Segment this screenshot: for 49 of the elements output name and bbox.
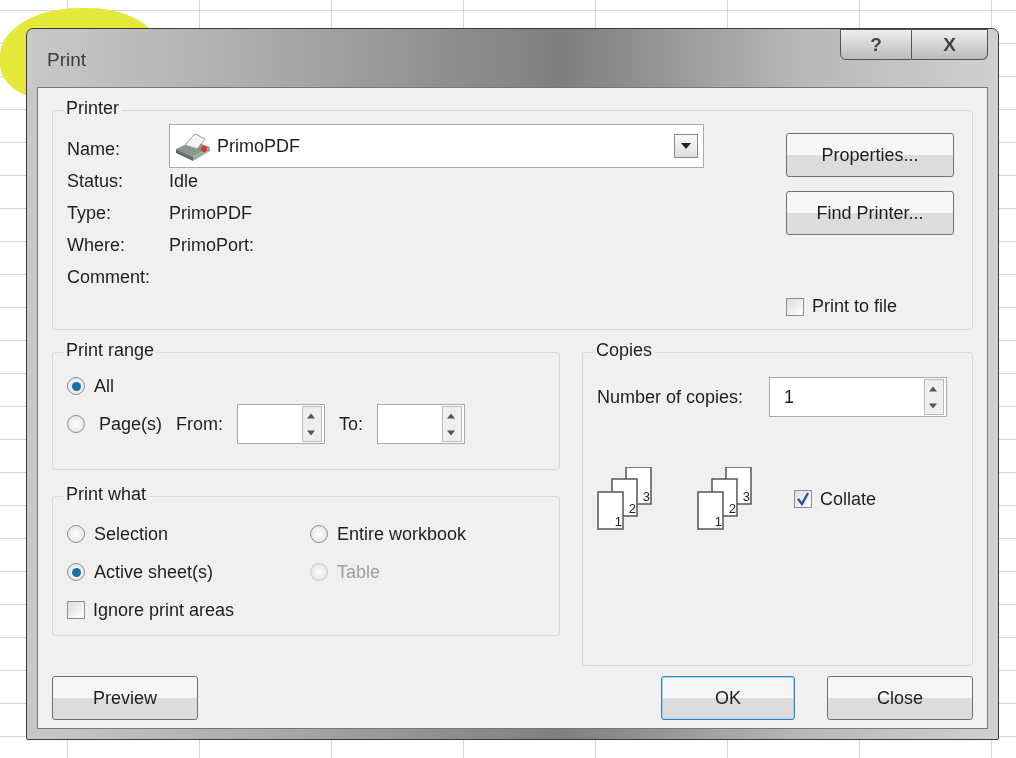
field-value: 1 — [784, 386, 795, 408]
field-value: PrimoPDF — [169, 202, 252, 224]
radio-button[interactable] — [310, 525, 328, 543]
radio-label: Table — [337, 561, 381, 583]
radio-button[interactable] — [67, 415, 85, 433]
radio-label: Page(s) — [99, 413, 163, 435]
from-field[interactable] — [237, 404, 326, 444]
checkbox-label: Print to file — [812, 296, 898, 317]
find-printer-button[interactable]: Find Printer... — [786, 191, 954, 235]
close-button[interactable]: X — [912, 29, 988, 60]
dropdown-button[interactable] — [674, 134, 698, 158]
help-button[interactable]: ? — [840, 29, 912, 60]
preview-button[interactable]: Preview — [52, 676, 198, 720]
field-label: Name: — [67, 138, 121, 160]
printer-icon — [173, 131, 213, 161]
field-label: Type: — [67, 202, 113, 224]
checkbox-label: Ignore print areas — [93, 599, 235, 621]
checkbox[interactable] — [67, 601, 85, 619]
checkbox-label: Collate — [820, 488, 877, 510]
spin-buttons[interactable] — [924, 379, 945, 415]
window-title: Print — [47, 49, 87, 71]
radio-label: All — [94, 375, 114, 397]
spin-buttons[interactable] — [302, 406, 323, 442]
checkbox[interactable] — [786, 297, 804, 316]
properties-button[interactable]: Properties... — [786, 133, 954, 177]
close-button[interactable]: Close — [827, 676, 973, 720]
field-label: Number of copies: — [597, 386, 744, 408]
radio-button[interactable] — [67, 377, 85, 395]
field-label: From: — [176, 413, 224, 435]
spin-buttons[interactable] — [442, 406, 463, 442]
printer-dropdown[interactable]: PrimoPDF — [169, 124, 704, 168]
group-label: Print range — [63, 340, 158, 361]
ok-button[interactable]: OK — [661, 676, 795, 720]
radio-label: Selection — [94, 523, 169, 545]
to-field[interactable] — [377, 404, 466, 444]
radio-label: Entire workbook — [337, 523, 467, 545]
checkbox[interactable] — [794, 490, 812, 508]
caret-icon — [680, 142, 692, 150]
field-value: Idle — [169, 170, 199, 192]
group-label: Copies — [593, 340, 656, 361]
field-value: PrimoPort: — [169, 234, 255, 256]
field-label: Where: — [67, 234, 127, 256]
field-label: To: — [339, 413, 364, 435]
radio-label: Active sheet(s) — [94, 561, 214, 583]
radio-button[interactable] — [67, 525, 85, 543]
field-label: Status: — [67, 170, 125, 192]
field-label: Comment: — [67, 266, 152, 288]
copies-field[interactable]: 1 — [769, 377, 948, 417]
radio-button[interactable] — [67, 563, 85, 581]
